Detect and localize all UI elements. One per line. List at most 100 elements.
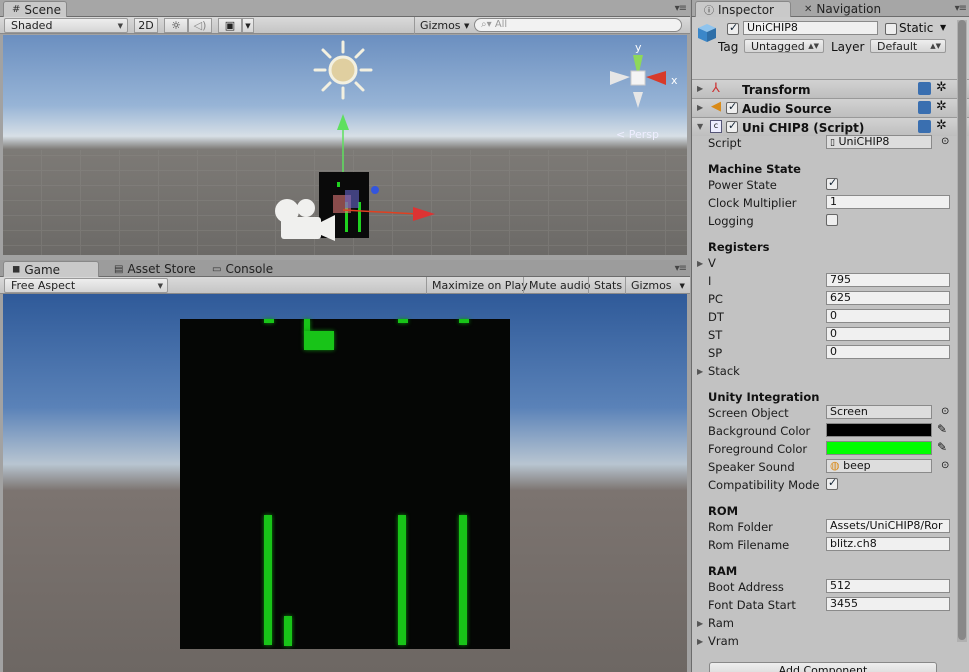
- audio-source-enabled-checkbox[interactable]: [726, 100, 738, 114]
- orientation-gizmo[interactable]: y x: [608, 40, 687, 120]
- dt-register-field[interactable]: 0: [826, 309, 950, 323]
- gear-icon[interactable]: ✲: [936, 80, 947, 95]
- st-register-field[interactable]: 0: [826, 327, 950, 341]
- script-enabled-checkbox[interactable]: [726, 119, 738, 133]
- aspect-dropdown[interactable]: Free Aspect ▼: [4, 278, 168, 293]
- scene-search-input[interactable]: ⌕▾ All: [474, 18, 682, 32]
- logging-label: Logging: [708, 214, 754, 228]
- gear-icon[interactable]: ✲: [936, 99, 947, 114]
- sp-register-field[interactable]: 0: [826, 345, 950, 359]
- eyedropper-icon[interactable]: ✎: [937, 440, 947, 454]
- v-registers-foldout[interactable]: V: [708, 256, 716, 270]
- registers-heading: Registers: [708, 240, 770, 254]
- screen-object-field[interactable]: Screen: [826, 405, 932, 419]
- add-component-button[interactable]: Add Component: [709, 662, 937, 672]
- power-state-checkbox[interactable]: [826, 176, 838, 190]
- boot-address-label: Boot Address: [708, 580, 784, 594]
- gameobject-name-field[interactable]: UniCHIP8: [743, 21, 878, 35]
- audio-source-icon: ◀: [711, 99, 721, 114]
- tab-asset-store[interactable]: ▤ Asset Store: [106, 261, 202, 277]
- ram-heading: RAM: [708, 564, 738, 578]
- eyedropper-icon[interactable]: ✎: [937, 422, 947, 436]
- power-state-label: Power State: [708, 178, 777, 192]
- script-label: Script: [708, 136, 742, 150]
- tag-dropdown[interactable]: Untagged ▲▼: [744, 39, 824, 53]
- scene-toolbar: Shaded ▼ 2D ☼ ◁) ▣ ▼ Gizmos ▼ ⌕▾ All: [0, 17, 690, 34]
- game-viewport[interactable]: [3, 294, 687, 672]
- static-dropdown-icon[interactable]: ▼: [940, 23, 946, 32]
- audio-clip-icon: ◍: [830, 459, 840, 472]
- tab-navigation[interactable]: ✕ Navigation: [796, 1, 887, 17]
- axis-y-label: y: [635, 41, 642, 54]
- scene-effects-dropdown[interactable]: ▼: [242, 18, 254, 33]
- rom-folder-field[interactable]: Assets/UniCHIP8/Ror: [826, 519, 950, 533]
- foldout-collapsed-icon[interactable]: ▶: [697, 84, 703, 93]
- layer-label: Layer: [831, 40, 865, 54]
- mute-audio-toggle[interactable]: Mute audio: [523, 277, 596, 294]
- scene-lighting-button[interactable]: ☼: [164, 18, 188, 33]
- tab-inspector[interactable]: ⓘ Inspector: [695, 1, 791, 17]
- maximize-on-play-toggle[interactable]: Maximize on Play: [426, 277, 533, 294]
- vram-foldout[interactable]: Vram: [708, 634, 739, 648]
- persp-label[interactable]: < Persp: [616, 128, 659, 141]
- object-picker-icon[interactable]: ⊙: [941, 460, 949, 471]
- scrollbar-thumb[interactable]: [958, 20, 966, 640]
- background-color-swatch[interactable]: [826, 423, 932, 437]
- boot-address-field[interactable]: 512: [826, 579, 950, 593]
- help-icon[interactable]: [918, 120, 931, 133]
- foreground-color-swatch[interactable]: [826, 441, 932, 455]
- compatibility-mode-checkbox[interactable]: [826, 476, 838, 490]
- panel-menu-icon[interactable]: ▾≡: [675, 3, 687, 14]
- panel-menu-icon[interactable]: ▾≡: [675, 263, 687, 274]
- chevron-down-icon: ▲▼: [808, 42, 819, 50]
- panel-menu-icon[interactable]: ▾≡: [955, 3, 967, 14]
- game-gizmos-dropdown[interactable]: Gizmos ▼: [625, 277, 690, 294]
- tag-label: Tag: [718, 40, 739, 54]
- object-picker-icon[interactable]: ⊙: [941, 136, 949, 147]
- tab-console[interactable]: ▭ Console: [204, 261, 279, 277]
- foldout-collapsed-icon[interactable]: ▶: [697, 637, 703, 646]
- layer-dropdown[interactable]: Default ▲▼: [870, 39, 946, 53]
- foldout-collapsed-icon[interactable]: ▶: [697, 103, 703, 112]
- scene-viewport[interactable]: y x < Persp: [3, 35, 687, 255]
- gizmos-dropdown[interactable]: Gizmos ▼: [414, 17, 474, 34]
- tab-game[interactable]: ◼ Game: [3, 261, 99, 277]
- stats-toggle[interactable]: Stats: [588, 277, 627, 294]
- component-transform[interactable]: ▶ ⅄ Transform ✲: [692, 79, 969, 98]
- speaker-sound-field[interactable]: ◍ beep: [826, 459, 932, 473]
- pc-register-field[interactable]: 625: [826, 291, 950, 305]
- building-column: [398, 515, 406, 645]
- clock-multiplier-field[interactable]: 1: [826, 195, 950, 209]
- foldout-expanded-icon[interactable]: ▼: [697, 122, 703, 131]
- foldout-collapsed-icon[interactable]: ▶: [697, 259, 703, 268]
- static-checkbox[interactable]: [885, 23, 897, 35]
- logging-checkbox[interactable]: [826, 214, 838, 226]
- unity-integration-heading: Unity Integration: [708, 390, 820, 404]
- help-icon[interactable]: [918, 101, 931, 114]
- audio-source-title: Audio Source: [742, 102, 832, 116]
- help-icon[interactable]: [918, 82, 931, 95]
- gear-icon[interactable]: ✲: [936, 118, 947, 133]
- rom-filename-field[interactable]: blitz.ch8: [826, 537, 950, 551]
- i-register-field[interactable]: 795: [826, 273, 950, 287]
- script-object-field[interactable]: ▯ UniCHIP8: [826, 135, 932, 149]
- tab-scene[interactable]: # Scene: [3, 1, 67, 17]
- object-picker-icon[interactable]: ⊙: [941, 406, 949, 417]
- gameobject-active-checkbox[interactable]: [727, 21, 739, 35]
- directional-light-icon: [313, 40, 373, 100]
- shading-mode-value: Shaded: [11, 19, 53, 32]
- ram-foldout[interactable]: Ram: [708, 616, 734, 630]
- inspector-scrollbar[interactable]: [957, 20, 967, 642]
- component-audio-source[interactable]: ▶ ◀ Audio Source ✲: [692, 98, 969, 117]
- scene-effects-button[interactable]: ▣: [218, 18, 242, 33]
- component-unichip8-script[interactable]: ▼ c Uni CHIP8 (Script) ✲: [692, 117, 969, 136]
- gameobject-header: UniCHIP8 Static ▼ Tag Untagged ▲▼ Layer …: [692, 17, 969, 80]
- foldout-collapsed-icon[interactable]: ▶: [697, 619, 703, 628]
- shading-mode-dropdown[interactable]: Shaded ▼: [4, 18, 128, 33]
- font-data-start-field[interactable]: 3455: [826, 597, 950, 611]
- stack-foldout[interactable]: Stack: [708, 364, 740, 378]
- scene-audio-button[interactable]: ◁): [188, 18, 212, 33]
- building-column: [459, 515, 467, 645]
- toggle-2d-button[interactable]: 2D: [134, 18, 158, 33]
- foldout-collapsed-icon[interactable]: ▶: [697, 367, 703, 376]
